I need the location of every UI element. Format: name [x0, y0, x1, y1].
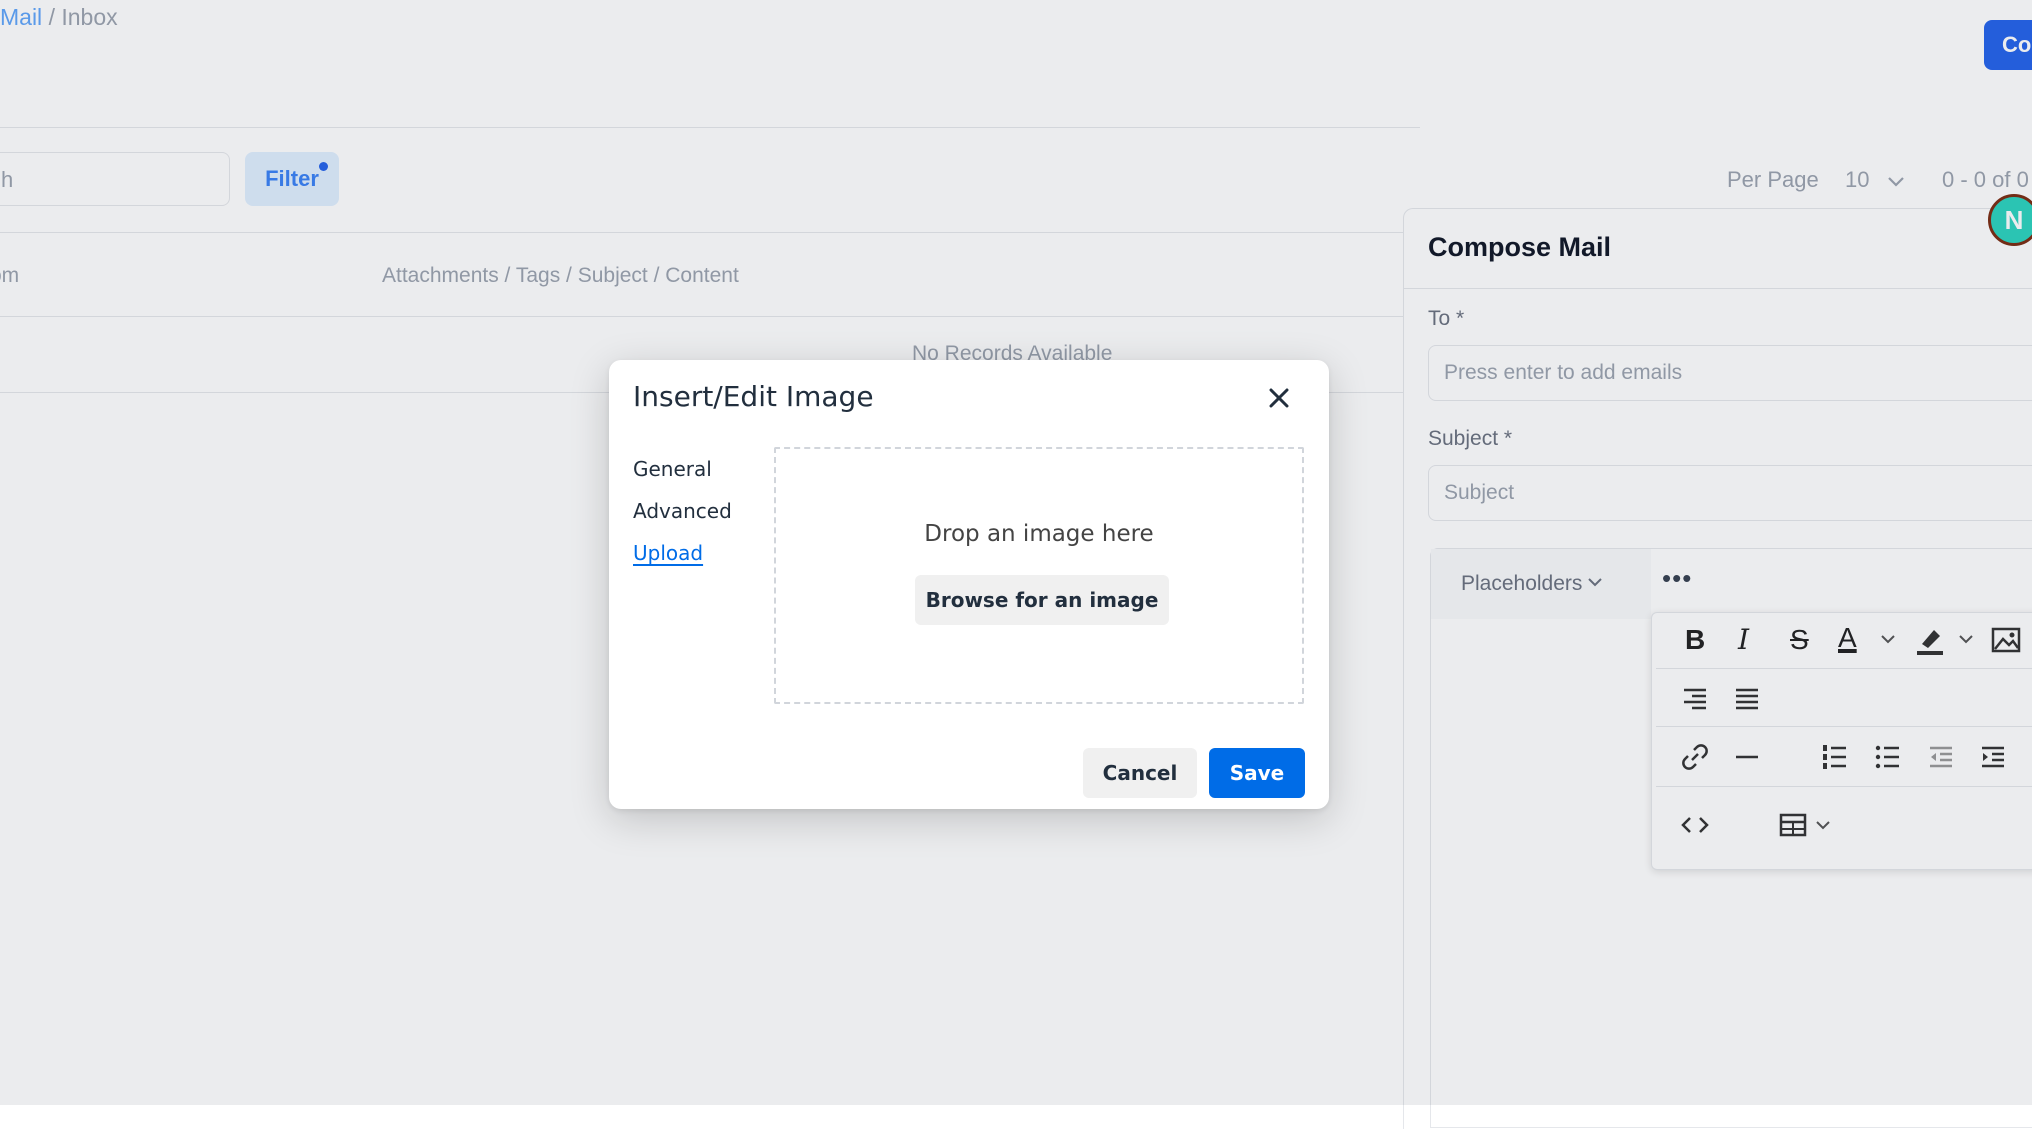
cancel-button[interactable]: Cancel [1083, 748, 1197, 798]
insert-image-dialog: Insert/Edit Image General Advanced Uploa… [609, 360, 1329, 809]
save-button[interactable]: Save [1209, 748, 1305, 798]
dialog-tabs: General Advanced Upload [633, 448, 732, 574]
image-drop-zone[interactable]: Drop an image here Browse for an image [774, 447, 1304, 704]
close-icon[interactable] [1261, 380, 1297, 416]
tab-general[interactable]: General [633, 448, 732, 490]
tab-upload[interactable]: Upload [633, 532, 732, 574]
browse-image-button[interactable]: Browse for an image [915, 575, 1169, 625]
dialog-title: Insert/Edit Image [633, 380, 874, 413]
tab-advanced[interactable]: Advanced [633, 490, 732, 532]
drop-zone-text: Drop an image here [924, 521, 1154, 547]
